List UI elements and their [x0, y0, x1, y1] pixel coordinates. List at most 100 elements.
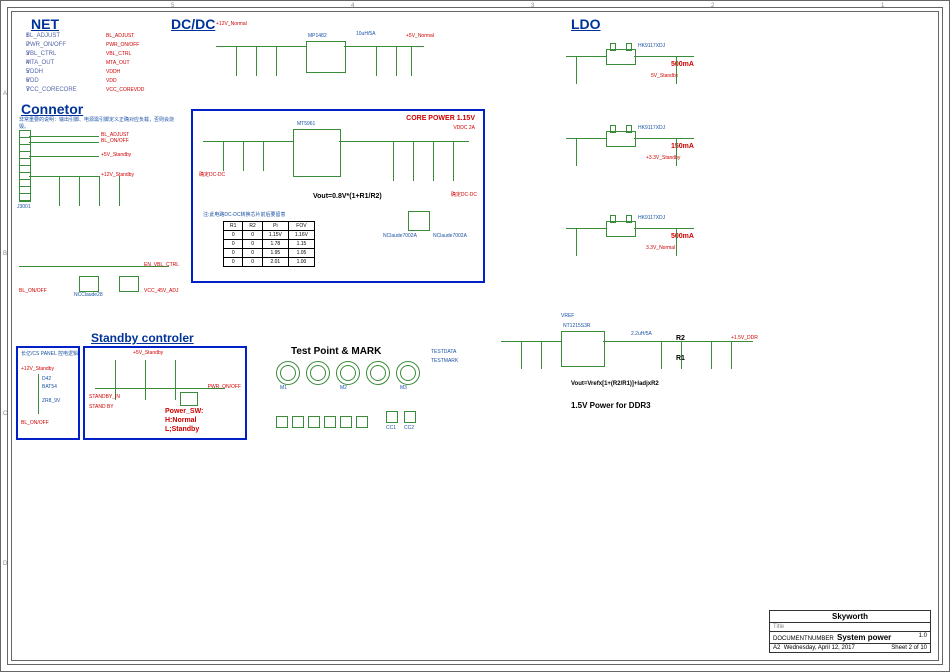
aux-switch: BL_ON/OFF EN_VBL_CTRL VCC_45V_ADJ NCClau…	[19, 236, 179, 316]
mark-sq	[324, 416, 336, 428]
core-power-rail: VDDC 2A	[453, 125, 475, 131]
tp-label: M3	[400, 385, 407, 391]
ddr-block: NT1215S3R VREF 2.2uH/5A +1.5V_DDR R2 R1 …	[501, 321, 761, 391]
net-sig: VBL_CTRL	[106, 51, 131, 57]
core-chip-ref: MT5961	[297, 121, 315, 127]
tp-circle	[396, 361, 420, 385]
tb-sheet: Sheet 2 of 10	[891, 645, 927, 651]
connector-note: 非常重要的说明：输出引脚、电源需引脚定义正确对应负载，否则会烧毁。	[19, 116, 179, 130]
ddr-chip-ref: NT1215S3R	[563, 323, 591, 329]
mark-sq	[308, 416, 320, 428]
ldo2-i: 150mA	[671, 143, 694, 150]
tb-size: A2	[773, 645, 780, 651]
standby-in: STANDBY_IN	[89, 394, 120, 400]
tp-circle	[306, 361, 330, 385]
tp-circle	[276, 361, 300, 385]
ruler-tick: 2	[711, 3, 714, 9]
core-power-title: CORE POWER 1.15V	[406, 115, 475, 122]
panel-out: BL_ON/OFF	[21, 420, 49, 426]
ldo-2	[606, 131, 636, 147]
cc-label: CC1	[386, 425, 396, 431]
ddr-rail: +1.5V_DDR	[731, 335, 758, 341]
panel-vin: +12V_Standby	[21, 366, 54, 372]
section-standby-title: Standby controler	[91, 331, 194, 345]
mark-sq	[276, 416, 288, 428]
tb-company: Skyworth	[832, 612, 868, 621]
net-sig: VCC_COREVDD	[106, 87, 144, 93]
mark-sq	[292, 416, 304, 428]
ldo1-i: 500mA	[671, 61, 694, 68]
dcdc-vout: +5V_Normal	[406, 33, 434, 39]
ruler-tick: 3	[531, 3, 534, 9]
net-pin: VCC_CORECORE	[26, 87, 77, 93]
mark-sq	[386, 411, 398, 423]
dcdc-chip-ref: MP1482	[308, 33, 327, 39]
connector-block: 非常重要的说明：输出引脚、电源需引脚定义正确对应负载，否则会烧毁。 J3001 …	[19, 116, 179, 216]
power-sw-label: Power_SW:	[165, 408, 203, 415]
mark-sq	[404, 411, 416, 423]
standby-box: +5V_Standby STANDBY_IN STAND BY PWR_ON/O…	[83, 346, 247, 440]
panel-logic-box: 长亿/CS PANEL 控电逻辑 +12V_Standby D42 BAT54 …	[16, 346, 80, 440]
core-vout-formula: Vout=0.8V*(1+R1/R2)	[313, 193, 382, 200]
section-dcdc-title: DC/DC	[171, 16, 215, 32]
section-tp-title: Test Point & MARK	[291, 346, 381, 357]
ddr-inductor: 2.2uH/5A	[631, 331, 652, 337]
tp-label: M1	[280, 385, 287, 391]
ruler-tick: C	[3, 411, 7, 417]
core-power-box: CORE POWER 1.15V VDDC 2A MT5961 确定DC-DC …	[191, 109, 485, 283]
core-note-l: 确定DC-DC	[199, 171, 225, 178]
ruler-tick: A	[3, 91, 7, 97]
standby-sup: +5V_Standby	[133, 350, 163, 356]
ruler-tick: 4	[351, 3, 354, 9]
dcdc-inductor: 10uH/5A	[356, 31, 375, 37]
tp-label: M2	[340, 385, 347, 391]
title-block: Skyworth Title DOCUMENTNUMBER System pow…	[769, 610, 931, 653]
core-chip	[293, 129, 341, 177]
ruler-tick: 5	[171, 3, 174, 9]
ddr-vref: VREF	[561, 313, 574, 319]
tp-label: TESTMARK	[431, 358, 458, 364]
ddr-chip	[561, 331, 605, 367]
dcdc-chip	[306, 41, 346, 73]
core-note-r: 确定DC-DC	[451, 191, 477, 198]
dcdc-vin: +12V_Normal	[216, 21, 247, 27]
tp-circle	[336, 361, 360, 385]
net-pin: VDD	[26, 78, 39, 84]
net-sig: PWR_ON/OFF	[106, 42, 139, 48]
tb-title: System power	[837, 633, 891, 642]
ldo-column: HK9117XDJ 500mA 5V_Standby HK9117XDJ 150…	[556, 31, 716, 311]
section-net-title: NET	[31, 16, 59, 32]
net-sig: VDD	[106, 78, 117, 84]
dcdc-block: MP1482 +12V_Normal +5V_Normal 10uH/5A	[216, 21, 416, 91]
standby-sig3: STAND BY	[89, 404, 114, 410]
cc-label: CC2	[404, 425, 414, 431]
ldo2-part: HK9117XDJ	[638, 125, 665, 131]
conn-sig: +5V_Standby	[101, 152, 131, 158]
standby-out: PWR_ON/OFF	[208, 384, 241, 390]
core-fet	[408, 211, 430, 231]
ldo-3	[606, 221, 636, 237]
ldo1-part: HK9117XDJ	[638, 43, 665, 49]
conn-sig: BL_ON/OFF	[101, 138, 129, 144]
tb-rev: 1.0	[919, 633, 927, 639]
ddr-formula: Vout=Vrefx[1+(R2/R1)]+IadjxR2	[571, 381, 659, 387]
ldo-1	[606, 49, 636, 65]
net-pin: VBL_CTRL	[26, 51, 56, 57]
net-pin: VDDH	[26, 69, 43, 75]
connector-pins	[19, 130, 31, 202]
schematic-sheet: 5 4 3 2 1 A B C D NET DC/DC LDO Connetor…	[0, 0, 950, 672]
net-sig: VDDH	[106, 69, 120, 75]
section-connector-title: Connetor	[21, 101, 83, 117]
tp-circle	[366, 361, 390, 385]
section-ldo-title: LDO	[571, 16, 601, 32]
ldo1-v: 5V_Standby	[651, 73, 678, 79]
ruler-tick: 1	[881, 3, 884, 9]
tb-date: Wednesday, April 12, 2017	[784, 645, 855, 651]
ldo3-part: HK9117XDJ	[638, 215, 665, 221]
net-pin: BL_ADJUST	[26, 33, 60, 39]
tb-docnum-label: DOCUMENTNUMBER	[773, 636, 834, 642]
panel-diode: D42	[42, 376, 51, 382]
panel-zener: ZR8_9V	[42, 398, 60, 404]
power-sw-l: L;Standby	[165, 426, 199, 433]
panel-diode-type: BAT54	[42, 384, 57, 390]
